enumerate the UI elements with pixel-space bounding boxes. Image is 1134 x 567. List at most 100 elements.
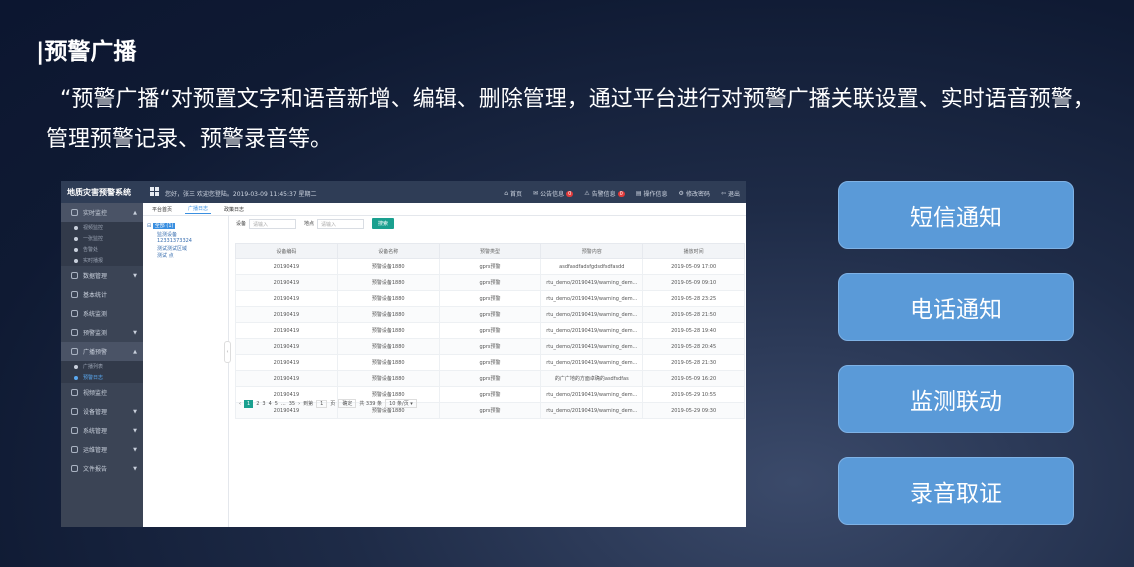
- table-row[interactable]: 20190419 预警设备1880 gprs预警 rtu_demo/20190419/…: [235, 274, 745, 291]
- table-row[interactable]: 20190419 预警设备1880 gprs预警 rtu_demo/20190419/…: [235, 306, 745, 323]
- table-cell: gprs预警: [438, 322, 542, 339]
- page-5[interactable]: 5: [275, 401, 278, 407]
- tree-node[interactable]: 测试 点: [157, 252, 174, 259]
- table-cell: 预警设备1880: [336, 338, 440, 355]
- sidebar-sub-warning-log[interactable]: 预警日志: [61, 372, 143, 383]
- table-row[interactable]: 20190419 预警设备1880 gprs预警 rtu_demo/20190419/…: [235, 290, 745, 307]
- recording-evidence-button[interactable]: 录音取证: [838, 457, 1074, 525]
- table-cell: 2019-05-29 09:30: [642, 402, 745, 419]
- sidebar-item-ops[interactable]: 运维管理 ▼: [61, 440, 143, 459]
- goto-unit: 页: [330, 401, 336, 407]
- sidebar-item-data[interactable]: 数据管理 ▼: [61, 266, 143, 285]
- sidebar-sub-video[interactable]: 视频监控: [61, 222, 143, 233]
- menu-grid-icon[interactable]: [150, 187, 159, 196]
- table-cell: rtu_demo/20190419/warning_dem...: [540, 386, 644, 403]
- table-row[interactable]: 20190419 预警设备1880 gprs预警 的广广地的方面卓确的asdfsdfa…: [235, 370, 745, 387]
- table-cell: 20190419: [235, 322, 338, 339]
- goto-input[interactable]: 1: [316, 399, 328, 408]
- device-input[interactable]: 请输入: [249, 218, 297, 229]
- table-cell: rtu_demo/20190419/warning_dem...: [540, 338, 644, 355]
- page-2[interactable]: 2: [256, 401, 259, 407]
- nav-logout[interactable]: ⇦ 退出: [721, 189, 740, 198]
- tab-bar: 平台首页 广播日志 政策日志: [143, 203, 746, 216]
- table-cell: asdfasdfadsfgdsdfsdfasdd: [540, 258, 644, 275]
- monitor-link-button[interactable]: 监测联动: [838, 365, 1074, 433]
- tab-broadcast-log[interactable]: 广播日志: [185, 204, 212, 214]
- next-page[interactable]: ›: [298, 401, 300, 407]
- page-4[interactable]: 4: [269, 401, 272, 407]
- sidebar-sub-broadcast-list[interactable]: 广播列表: [61, 361, 143, 372]
- sidebar-item-monitor[interactable]: 系统监测: [61, 304, 143, 323]
- tree-root[interactable]: ⊟ 全部 (1): [147, 222, 176, 229]
- page-size-select[interactable]: 10 条/页 ▾: [385, 399, 417, 408]
- sidebar-item-warning[interactable]: 预警监测 ▼: [61, 323, 143, 342]
- sidebar-item-stats[interactable]: 基本统计: [61, 285, 143, 304]
- device-tree: ⊟ 全部 (1) 监测设备 12331373324 测试测试区域 测试 点: [143, 216, 229, 527]
- sidebar-sub-alarm[interactable]: 告警处: [61, 244, 143, 255]
- warning-log-table: 设备编码 设备名称 预警类型 预警内容 播放时间 20190419 预警设备1880 gpr…: [235, 243, 745, 419]
- monitor-icon: [71, 209, 78, 216]
- building-icon: [71, 310, 78, 317]
- collapse-handle[interactable]: ‹: [224, 341, 231, 363]
- location-label: 地点: [304, 221, 315, 227]
- table-row[interactable]: 20190419 预警设备1880 gprs预警 rtu_demo/20190419/…: [235, 354, 745, 371]
- sidebar-item-video[interactable]: 视频监控: [61, 383, 143, 402]
- location-input[interactable]: 请输入: [317, 218, 365, 229]
- sidebar-item-devices[interactable]: 设备管理 ▼: [61, 402, 143, 421]
- system-icon: [71, 427, 78, 434]
- table-cell: 预警设备1880: [336, 274, 440, 291]
- prev-page[interactable]: ‹: [239, 401, 241, 407]
- tree-node[interactable]: 测试测试区域: [157, 245, 187, 252]
- app-screenshot: 地质灾害预警系统 您好，张三 欢迎您登陆。2019-03-09 11:45:37…: [61, 181, 746, 527]
- table-cell: 2019-05-29 10:55: [642, 386, 745, 403]
- goto-confirm-button[interactable]: 确定: [338, 399, 357, 408]
- nav-alarms[interactable]: ⚠ 告警信息 0: [584, 189, 625, 198]
- table-row[interactable]: 20190419 预警设备1880 gprs预警 rtu_demo/20190419/…: [235, 338, 745, 355]
- nav-home[interactable]: ⌂ 首页: [504, 189, 522, 198]
- tree-node[interactable]: 12331373324: [157, 238, 192, 244]
- table-cell: 20190419: [235, 338, 338, 355]
- nav-password[interactable]: ⚙ 修改密码: [679, 189, 710, 198]
- table-cell: rtu_demo/20190419/warning_dem...: [540, 274, 644, 291]
- table-cell: 20190419: [235, 274, 338, 291]
- slide-description: “预警广播“对预置文字和语音新增、编辑、删除管理，通过平台进行对预警广播关联设置…: [46, 87, 1095, 152]
- sidebar-sub-map[interactable]: 一张监控: [61, 233, 143, 244]
- sidebar-item-files[interactable]: 文件报告 ▼: [61, 459, 143, 478]
- sidebar-sub-broadcast[interactable]: 实时播报: [61, 255, 143, 266]
- camera-icon: [71, 389, 78, 396]
- stats-icon: [71, 291, 78, 298]
- table-row[interactable]: 20190419 预警设备1880 gprs预警 asdfasdfadsfgdsdfs…: [235, 258, 745, 275]
- table-cell: 20190419: [235, 370, 338, 387]
- table-header: 预警内容: [540, 243, 644, 259]
- table-cell: rtu_demo/20190419/warning_dem...: [540, 290, 644, 307]
- nav-operations[interactable]: ▤ 操作信息: [636, 189, 668, 198]
- globe-icon: [71, 446, 78, 453]
- table-cell: 20190419: [235, 258, 338, 275]
- table-row[interactable]: 20190419 预警设备1880 gprs预警 rtu_demo/20190419/…: [235, 322, 745, 339]
- table-cell: gprs预警: [438, 258, 542, 275]
- table-header: 播放时间: [642, 243, 745, 259]
- tab-policy-log[interactable]: 政策日志: [221, 205, 247, 214]
- sidebar-item-broadcast[interactable]: 广播预警 ▲: [61, 342, 143, 361]
- search-button[interactable]: 搜索: [372, 218, 395, 229]
- table-cell: rtu_demo/20190419/warning_dem...: [540, 354, 644, 371]
- table-cell: 20190419: [235, 290, 338, 307]
- table-cell: 2019-05-28 20:45: [642, 338, 745, 355]
- table-cell: gprs预警: [438, 338, 542, 355]
- table-cell: gprs预警: [438, 370, 542, 387]
- page-3[interactable]: 3: [262, 401, 265, 407]
- tab-home[interactable]: 平台首页: [149, 205, 175, 214]
- tree-node[interactable]: 监测设备: [157, 231, 177, 238]
- nav-notices[interactable]: ✉ 公告信息 0: [533, 189, 574, 198]
- phone-notice-button[interactable]: 电话通知: [838, 273, 1074, 341]
- app-title: 地质灾害预警系统: [67, 188, 131, 197]
- sidebar-item-realtime[interactable]: 实时监控 ▲: [61, 203, 143, 222]
- page-last[interactable]: 35: [289, 401, 295, 407]
- chart-icon: [71, 272, 78, 279]
- table-cell: 2019-05-09 16:20: [642, 370, 745, 387]
- page-1[interactable]: 1: [244, 399, 254, 408]
- sms-notice-button[interactable]: 短信通知: [838, 181, 1074, 249]
- table-cell: rtu_demo/20190419/warning_dem...: [540, 322, 644, 339]
- sidebar-item-system[interactable]: 系统管理 ▼: [61, 421, 143, 440]
- welcome-text: 您好，张三 欢迎您登陆。2019-03-09 11:45:37 星期二: [165, 191, 317, 198]
